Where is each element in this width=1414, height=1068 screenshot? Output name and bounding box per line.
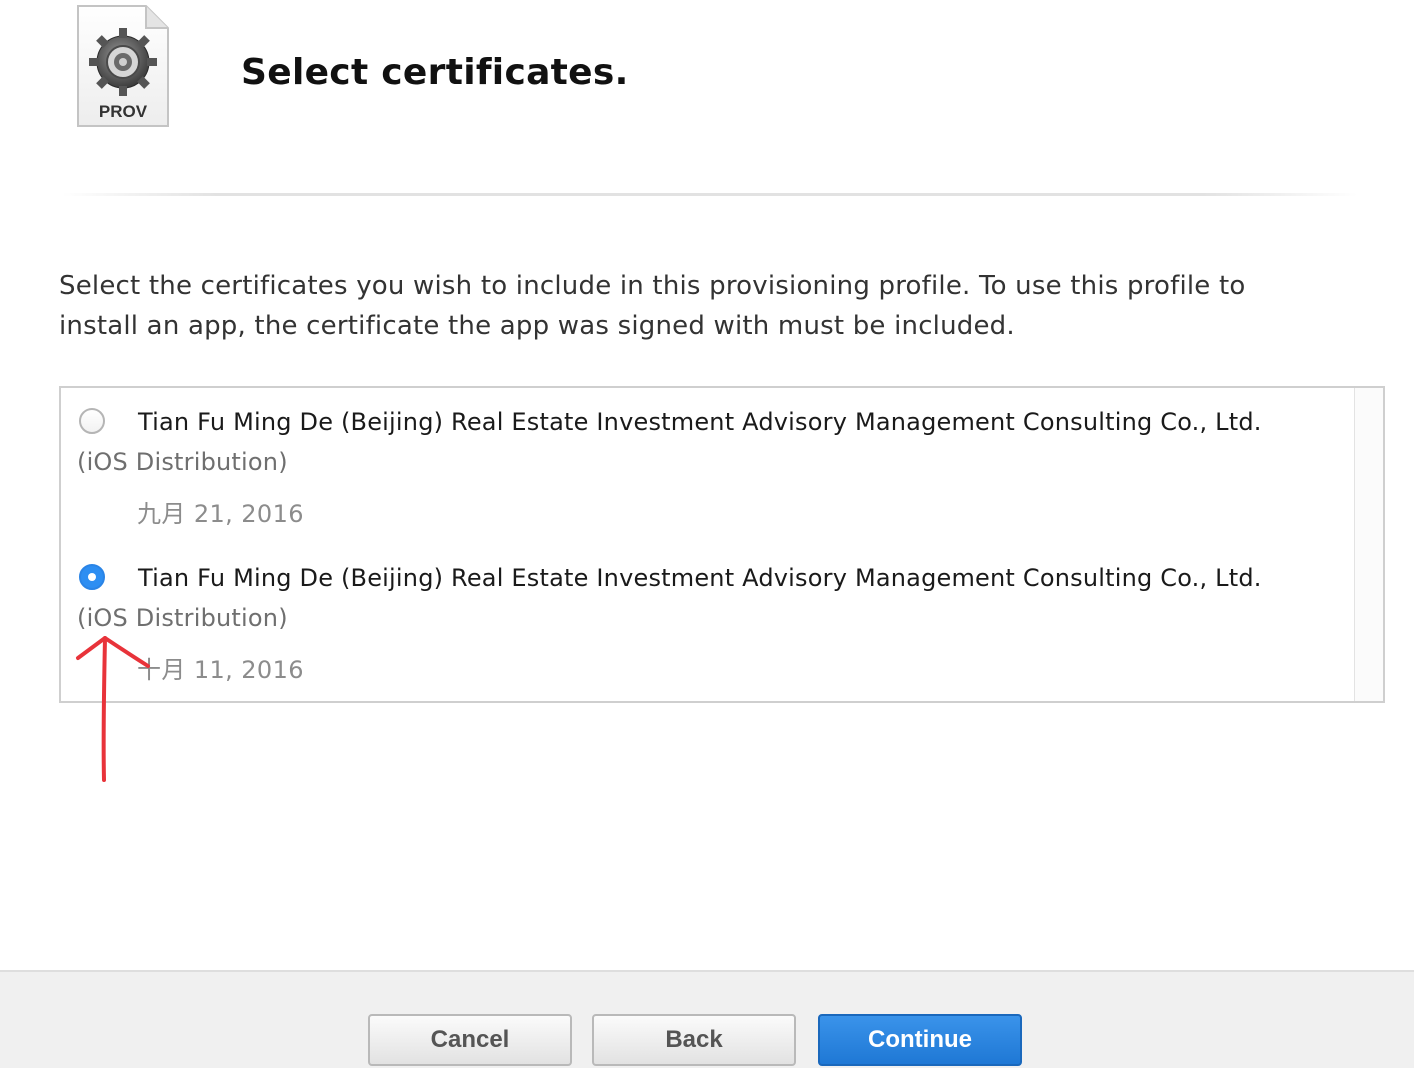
continue-button[interactable]: Continue <box>818 1014 1022 1066</box>
footer-bar: Cancel Back Continue <box>0 970 1414 1068</box>
cancel-button[interactable]: Cancel <box>368 1014 572 1066</box>
description-text: Select the certificates you wish to incl… <box>59 271 1246 341</box>
prov-file-icon: PROV <box>76 4 170 128</box>
list-scrollbar[interactable] <box>1354 388 1383 701</box>
certificate-name-line: Tian Fu Ming De (Beijing) Real Estate In… <box>77 402 1297 482</box>
prov-icon-label: PROV <box>98 102 148 121</box>
page-title: Select certificates. <box>241 52 629 93</box>
certificate-name: Tian Fu Ming De (Beijing) Real Estate In… <box>138 408 1262 436</box>
red-arrow-annotation-icon <box>76 636 150 782</box>
certificate-date: 九月 21, 2016 <box>137 500 304 528</box>
header-divider <box>62 193 1358 196</box>
certificate-name-line: Tian Fu Ming De (Beijing) Real Estate In… <box>77 558 1297 638</box>
certificate-list[interactable]: Tian Fu Ming De (Beijing) Real Estate In… <box>59 386 1385 703</box>
certificate-date: 十月 11, 2016 <box>137 656 304 684</box>
back-button[interactable]: Back <box>592 1014 796 1066</box>
certificate-name: Tian Fu Ming De (Beijing) Real Estate In… <box>138 564 1262 592</box>
certificate-type: (iOS Distribution) <box>77 448 288 476</box>
provisioning-profile-page: PROV Select certificates. Select the cer… <box>0 0 1414 1068</box>
